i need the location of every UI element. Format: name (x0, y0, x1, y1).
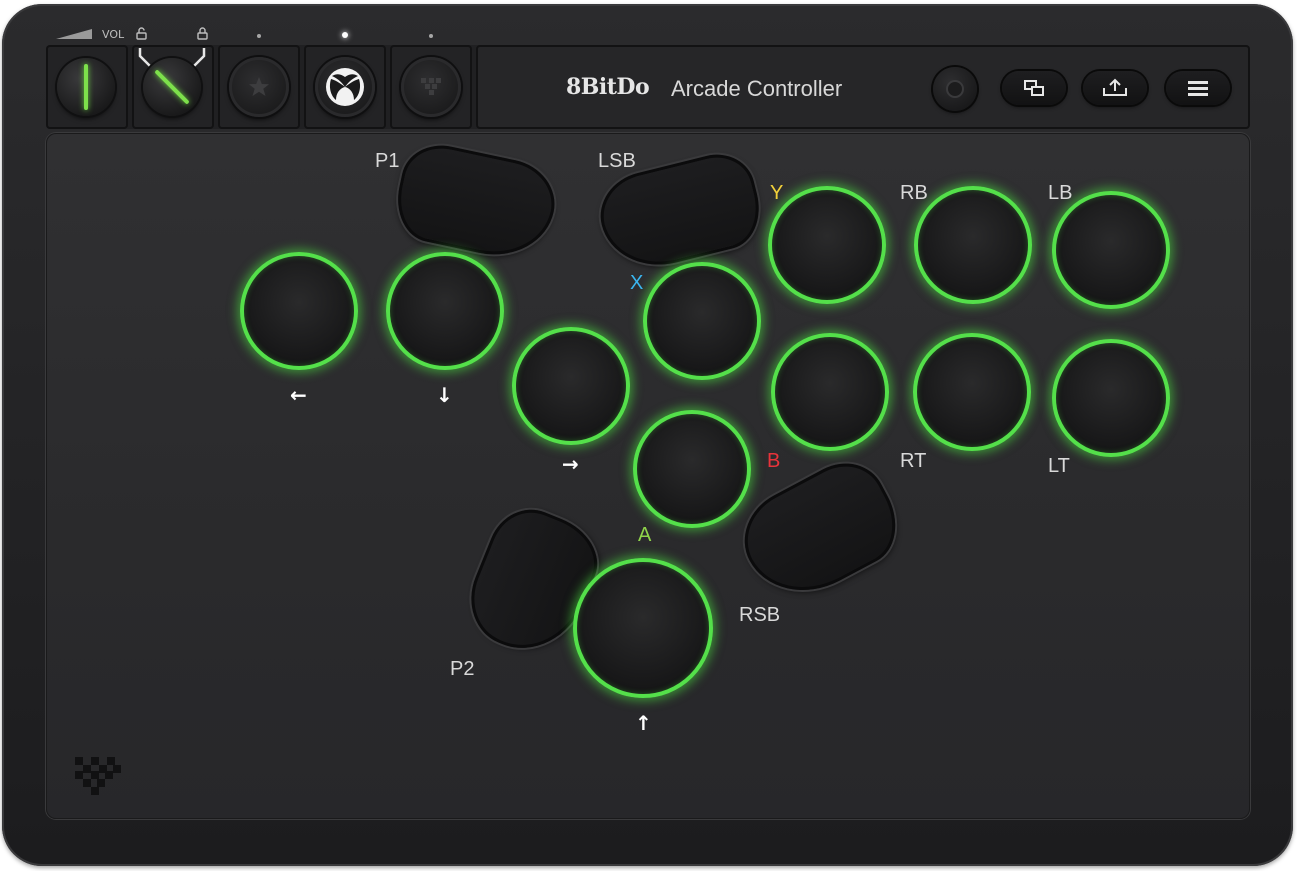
b-side-button[interactable] (633, 410, 751, 528)
x-button[interactable] (643, 262, 761, 380)
pixel-heart-icon (421, 78, 441, 95)
lb-label: LB (1048, 182, 1073, 204)
profile-button[interactable] (401, 57, 461, 117)
home-gear-icon (946, 80, 964, 98)
lt-button[interactable] (1052, 339, 1170, 457)
product-name: Arcade Controller (671, 76, 843, 101)
y-button[interactable] (768, 186, 886, 304)
star-icon (249, 77, 269, 96)
share-button[interactable] (1083, 71, 1147, 105)
xbox-guide-button[interactable] (315, 57, 375, 117)
lsb-label: LSB (598, 150, 636, 172)
rsb-label: RSB (739, 604, 781, 626)
home-button[interactable] (933, 67, 977, 111)
status-led (429, 34, 433, 38)
left-direction-button[interactable] (240, 252, 358, 370)
x-label: X (630, 272, 644, 294)
rt-button[interactable] (913, 333, 1031, 451)
p1-label: P1 (375, 150, 400, 172)
right-arrow-icon: → (562, 452, 579, 476)
left-arrow-icon: ← (290, 383, 307, 407)
menu-icon (1188, 81, 1208, 96)
up-arrow-icon: ↑ (635, 711, 652, 735)
rb-label: RB (900, 182, 928, 204)
lt-label: LT (1048, 455, 1070, 477)
status-led (257, 34, 261, 38)
volume-knob[interactable] (57, 58, 115, 116)
view-icon (1024, 80, 1044, 96)
a-button[interactable] (573, 558, 713, 698)
y-label: Y (770, 182, 784, 204)
b-button[interactable] (771, 333, 889, 451)
right-direction-button[interactable] (512, 327, 630, 445)
down-arrow-icon: ↓ (436, 383, 453, 407)
rt-label: RT (900, 450, 927, 472)
turbo-button[interactable] (229, 57, 289, 117)
menu-button[interactable] (1166, 71, 1230, 105)
rb-button[interactable] (914, 186, 1032, 304)
lock-icon (197, 27, 208, 40)
unlock-icon (136, 27, 147, 40)
down-direction-button[interactable] (386, 252, 504, 370)
volume-label: VOL (102, 28, 125, 41)
brand-logo: 8BitDo (566, 74, 650, 100)
share-icon (1103, 78, 1127, 96)
lb-button[interactable] (1052, 191, 1170, 309)
lock-switch-knob[interactable] (143, 58, 201, 116)
p2-label: P2 (450, 658, 475, 680)
view-button[interactable] (1002, 71, 1066, 105)
volume-level-icon (56, 29, 92, 39)
pixel-logo-icon (75, 757, 121, 795)
a-label: A (638, 524, 652, 546)
b-label: B (767, 450, 781, 472)
status-led-active (342, 32, 348, 38)
xbox-logo-icon (326, 68, 364, 106)
